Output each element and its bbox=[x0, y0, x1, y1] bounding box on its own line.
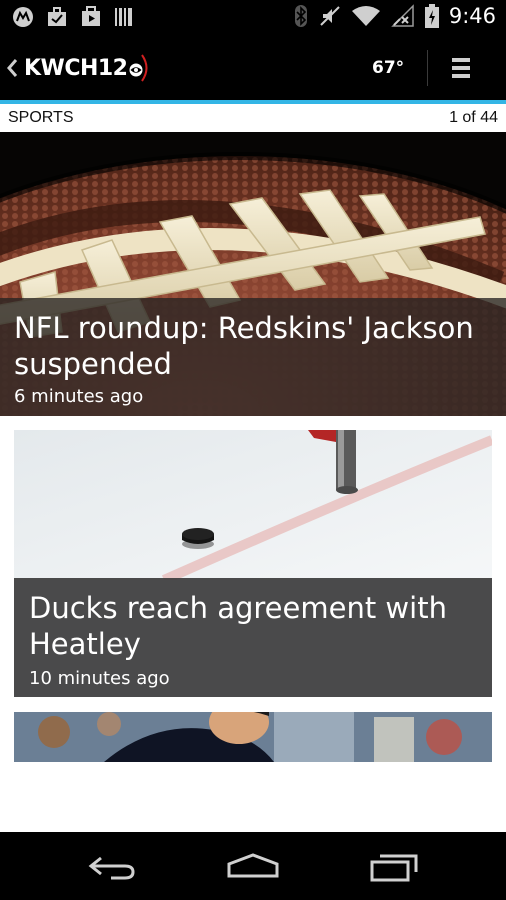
article-card-hero[interactable]: NFL roundup: Redskins' Jackson suspended… bbox=[0, 132, 506, 416]
section-title: SPORTS bbox=[8, 109, 74, 126]
bluetooth-icon bbox=[294, 5, 307, 27]
signal-icon bbox=[391, 4, 414, 27]
baseball-image bbox=[14, 712, 492, 762]
logo-text: KWCH12 bbox=[24, 55, 128, 81]
recent-apps-icon[interactable] bbox=[368, 852, 420, 882]
logo-swoosh-icon bbox=[140, 54, 147, 82]
home-icon[interactable] bbox=[225, 852, 281, 882]
hero-caption: NFL roundup: Redskins' Jackson suspended… bbox=[0, 298, 506, 416]
status-time: 9:46 bbox=[448, 4, 496, 28]
mute-icon bbox=[320, 6, 340, 26]
app-bar-divider bbox=[427, 50, 428, 86]
play-store-icon bbox=[82, 6, 100, 26]
article-timestamp: 6 minutes ago bbox=[14, 386, 144, 407]
back-icon[interactable] bbox=[87, 852, 139, 882]
wifi-icon bbox=[351, 6, 380, 26]
article-card-partial[interactable] bbox=[14, 712, 492, 762]
card-caption: Ducks reach agreement with Heatley 10 mi… bbox=[14, 578, 492, 697]
back-chevron-icon[interactable] bbox=[4, 56, 20, 80]
temperature[interactable]: 67° bbox=[372, 58, 404, 78]
app-bar: KWCH12 67° bbox=[0, 36, 506, 100]
motorola-icon bbox=[13, 7, 33, 27]
article-timestamp: 10 minutes ago bbox=[29, 668, 170, 689]
article-card[interactable]: Ducks reach agreement with Heatley 10 mi… bbox=[14, 430, 492, 697]
article-headline[interactable]: Ducks reach agreement with Heatley bbox=[29, 590, 479, 662]
navigation-bar bbox=[0, 832, 506, 900]
hockey-image bbox=[14, 430, 492, 580]
status-bar: 9:46 bbox=[0, 0, 506, 36]
page-counter: 1 of 44 bbox=[449, 109, 498, 126]
briefcase-icon bbox=[48, 7, 66, 26]
app-logo[interactable]: KWCH12 bbox=[24, 50, 151, 86]
barcode-icon bbox=[115, 8, 132, 26]
section-header: SPORTS 1 of 44 bbox=[0, 104, 506, 132]
menu-icon[interactable] bbox=[452, 58, 470, 80]
article-headline[interactable]: NFL roundup: Redskins' Jackson suspended bbox=[14, 310, 494, 382]
battery-charging-icon bbox=[424, 4, 439, 28]
